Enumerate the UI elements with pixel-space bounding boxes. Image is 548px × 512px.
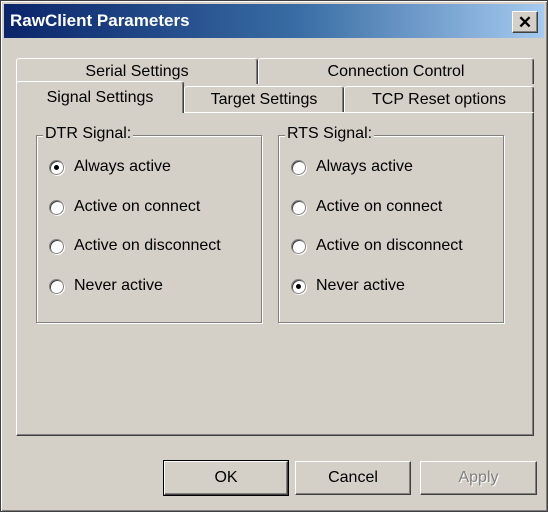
radio-unchecked-icon bbox=[291, 238, 306, 254]
radio-checked-icon bbox=[291, 278, 306, 294]
radio-unchecked-icon bbox=[49, 238, 64, 254]
rts-option-active-on-connect[interactable]: Active on connect bbox=[291, 198, 442, 216]
tab-target-settings[interactable]: Target Settings bbox=[184, 86, 344, 112]
dtr-option-always-active[interactable]: Always active bbox=[49, 158, 171, 176]
signal-settings-panel: DTR Signal: Always active Active on conn… bbox=[16, 112, 534, 436]
dtr-option-label: Active on connect bbox=[74, 198, 201, 215]
radio-checked-icon bbox=[49, 159, 64, 175]
rts-signal-group: RTS Signal: Always active Active on conn… bbox=[278, 125, 504, 323]
radio-unchecked-icon bbox=[291, 159, 306, 175]
dialog-window: RawClient Parameters ✕ Serial Settings C… bbox=[0, 0, 548, 512]
rts-option-active-on-disconnect[interactable]: Active on disconnect bbox=[291, 237, 463, 255]
rts-option-never-active[interactable]: Never active bbox=[291, 277, 405, 295]
dtr-option-never-active[interactable]: Never active bbox=[49, 277, 163, 295]
rts-option-label: Always active bbox=[316, 158, 413, 175]
tab-label: TCP Reset options bbox=[372, 90, 506, 108]
rts-option-always-active[interactable]: Always active bbox=[291, 158, 413, 176]
cancel-button[interactable]: Cancel bbox=[295, 461, 411, 495]
apply-button-label: Apply bbox=[458, 469, 499, 486]
tab-label: Signal Settings bbox=[46, 88, 154, 106]
close-icon: ✕ bbox=[517, 12, 533, 32]
dtr-option-label: Never active bbox=[74, 277, 163, 294]
tab-connection-control[interactable]: Connection Control bbox=[258, 58, 534, 84]
rts-group-label: RTS Signal: bbox=[285, 125, 375, 143]
title-bar[interactable]: RawClient Parameters ✕ bbox=[4, 4, 544, 38]
rts-option-label: Active on connect bbox=[316, 198, 443, 215]
ok-button[interactable]: OK bbox=[163, 460, 289, 496]
tab-label: Target Settings bbox=[210, 90, 318, 108]
rts-option-label: Never active bbox=[316, 277, 405, 294]
tab-signal-settings[interactable]: Signal Settings bbox=[16, 81, 184, 113]
tab-tcp-reset-options[interactable]: TCP Reset options bbox=[344, 86, 534, 112]
ok-button-label: OK bbox=[214, 469, 238, 486]
rts-option-label: Active on disconnect bbox=[316, 237, 463, 254]
radio-unchecked-icon bbox=[49, 199, 64, 215]
radio-unchecked-icon bbox=[291, 199, 306, 215]
close-button[interactable]: ✕ bbox=[512, 11, 538, 33]
tab-label: Serial Settings bbox=[85, 62, 189, 80]
dtr-option-active-on-disconnect[interactable]: Active on disconnect bbox=[49, 237, 221, 255]
dtr-option-label: Active on disconnect bbox=[74, 237, 221, 254]
window-title: RawClient Parameters bbox=[10, 11, 190, 30]
tab-label: Connection Control bbox=[327, 62, 465, 80]
dtr-option-label: Always active bbox=[74, 158, 171, 175]
radio-unchecked-icon bbox=[49, 278, 64, 294]
cancel-button-label: Cancel bbox=[328, 469, 378, 486]
apply-button[interactable]: Apply bbox=[420, 461, 537, 495]
dtr-signal-group: DTR Signal: Always active Active on conn… bbox=[36, 125, 262, 323]
dtr-option-active-on-connect[interactable]: Active on connect bbox=[49, 198, 200, 216]
dtr-group-label: DTR Signal: bbox=[43, 125, 134, 143]
